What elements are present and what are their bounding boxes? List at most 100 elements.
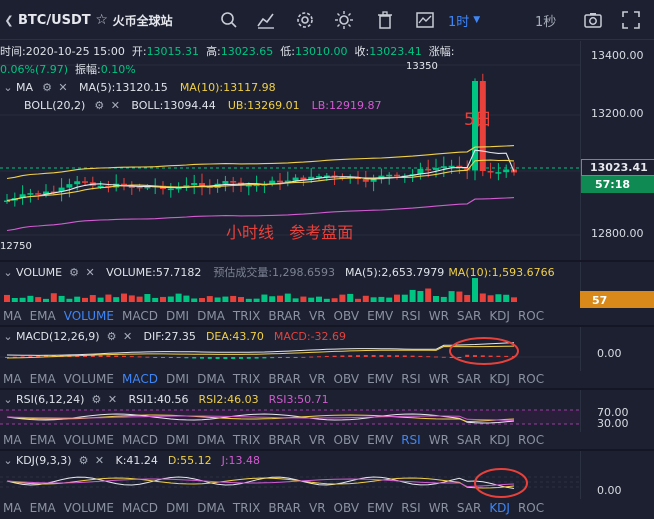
tab-sar[interactable]: SAR bbox=[454, 309, 486, 323]
indicator-icon[interactable] bbox=[255, 9, 277, 31]
chevron-down-icon[interactable]: ⌄ bbox=[0, 454, 16, 467]
tab-roc[interactable]: ROC bbox=[515, 433, 549, 447]
settings-icon[interactable] bbox=[294, 9, 316, 31]
tab-sar[interactable]: SAR bbox=[454, 501, 486, 515]
close-icon[interactable]: ✕ bbox=[82, 266, 98, 279]
tab-wr[interactable]: WR bbox=[426, 433, 454, 447]
volume-panel[interactable]: ⌄ VOLUME ⚙ ✕ VOLUME:57.7182 预估成交量:1,298.… bbox=[0, 262, 654, 308]
tab-emv[interactable]: EMV bbox=[364, 501, 398, 515]
tab-dma[interactable]: DMA bbox=[194, 372, 230, 386]
tab-macd[interactable]: MACD bbox=[119, 309, 163, 323]
tab-vr[interactable]: VR bbox=[306, 501, 331, 515]
tab-brar[interactable]: BRAR bbox=[265, 372, 306, 386]
tab-wr[interactable]: WR bbox=[426, 309, 454, 323]
tab-volume[interactable]: VOLUME bbox=[61, 501, 119, 515]
tab-kdj[interactable]: KDJ bbox=[486, 309, 515, 323]
gear-icon[interactable]: ⚙ bbox=[66, 266, 82, 279]
tab-dma[interactable]: DMA bbox=[194, 501, 230, 515]
price-axis[interactable]: 13400.00 13200.00 12800.00 13023.41 57:1… bbox=[580, 41, 654, 260]
star-icon[interactable]: ☆ bbox=[91, 12, 113, 28]
tab-dma[interactable]: DMA bbox=[194, 433, 230, 447]
close-icon[interactable]: ✕ bbox=[92, 454, 108, 467]
gear-icon[interactable]: ⚙ bbox=[76, 454, 92, 467]
chevron-down-icon[interactable]: ⌄ bbox=[0, 81, 16, 94]
tab-rsi[interactable]: RSI bbox=[398, 309, 426, 323]
chevron-down-icon[interactable]: ⌄ bbox=[0, 393, 16, 406]
tab-dma[interactable]: DMA bbox=[194, 309, 230, 323]
tab-kdj[interactable]: KDJ bbox=[486, 501, 515, 515]
tab-brar[interactable]: BRAR bbox=[265, 433, 306, 447]
chevron-down-icon[interactable]: ⌄ bbox=[0, 330, 16, 343]
tab-trix[interactable]: TRIX bbox=[230, 372, 265, 386]
tab-ema[interactable]: EMA bbox=[27, 433, 61, 447]
tab-trix[interactable]: TRIX bbox=[230, 309, 265, 323]
tab-rsi[interactable]: RSI bbox=[398, 433, 426, 447]
tab-roc[interactable]: ROC bbox=[515, 501, 549, 515]
tab-roc[interactable]: ROC bbox=[515, 372, 549, 386]
period-selector[interactable]: 1时 ▼ bbox=[448, 11, 508, 30]
tab-ema[interactable]: EMA bbox=[27, 309, 61, 323]
tab-ma[interactable]: MA bbox=[0, 372, 27, 386]
close-icon[interactable]: ✕ bbox=[104, 393, 120, 406]
tab-obv[interactable]: OBV bbox=[331, 372, 365, 386]
tab-macd[interactable]: MACD bbox=[119, 501, 163, 515]
chart-type-icon[interactable] bbox=[414, 9, 436, 31]
tab-macd[interactable]: MACD bbox=[119, 433, 163, 447]
tab-obv[interactable]: OBV bbox=[331, 433, 365, 447]
tab-brar[interactable]: BRAR bbox=[265, 501, 306, 515]
screenshot-icon[interactable] bbox=[582, 9, 604, 31]
tab-rsi[interactable]: RSI bbox=[398, 372, 426, 386]
tab-wr[interactable]: WR bbox=[426, 372, 454, 386]
tab-dmi[interactable]: DMI bbox=[163, 372, 194, 386]
macd-panel[interactable]: ⌄ MACD(12,26,9) ⚙ ✕ DIF:27.35 DEA:43.70 … bbox=[0, 327, 654, 371]
theme-icon[interactable] bbox=[333, 9, 355, 31]
tab-dmi[interactable]: DMI bbox=[163, 501, 194, 515]
tab-ma[interactable]: MA bbox=[0, 433, 27, 447]
gear-icon[interactable]: ⚙ bbox=[104, 330, 120, 343]
tab-volume[interactable]: VOLUME bbox=[61, 309, 119, 323]
tab-vr[interactable]: VR bbox=[306, 309, 331, 323]
tab-wr[interactable]: WR bbox=[426, 501, 454, 515]
search-icon[interactable] bbox=[218, 9, 240, 31]
delete-icon[interactable] bbox=[374, 9, 396, 31]
tab-ema[interactable]: EMA bbox=[27, 501, 61, 515]
tab-vr[interactable]: VR bbox=[306, 433, 331, 447]
gear-icon[interactable]: ⚙ bbox=[39, 81, 55, 94]
symbol-selector[interactable]: ❮ BTC/USDT ☆ 火币全球站 bbox=[0, 8, 172, 32]
tab-kdj[interactable]: KDJ bbox=[486, 433, 515, 447]
chevron-left-icon[interactable]: ❮ bbox=[0, 14, 18, 27]
tab-volume[interactable]: VOLUME bbox=[61, 433, 119, 447]
gear-icon[interactable]: ⚙ bbox=[88, 393, 104, 406]
kdj-panel[interactable]: ⌄ KDJ(9,3,3) ⚙ ✕ K:41.24 D:55.12 J:13.48… bbox=[0, 451, 654, 499]
tab-ema[interactable]: EMA bbox=[27, 372, 61, 386]
second-interval-button[interactable]: 1秒 bbox=[535, 11, 556, 30]
main-chart-panel[interactable]: 时间:2020-10-25 15:00 开:13015.31 高:13023.6… bbox=[0, 41, 654, 260]
gear-icon[interactable]: ⚙ bbox=[91, 99, 107, 112]
tab-vr[interactable]: VR bbox=[306, 372, 331, 386]
fullscreen-icon[interactable] bbox=[620, 9, 642, 31]
rsi-panel[interactable]: ⌄ RSI(6,12,24) ⚙ ✕ RSI1:40.56 RSI2:46.03… bbox=[0, 390, 654, 432]
tab-trix[interactable]: TRIX bbox=[230, 501, 265, 515]
chevron-down-icon[interactable]: ⌄ bbox=[0, 266, 16, 279]
close-icon[interactable]: ✕ bbox=[107, 99, 123, 112]
tab-dmi[interactable]: DMI bbox=[163, 309, 194, 323]
tab-emv[interactable]: EMV bbox=[364, 433, 398, 447]
tab-rsi[interactable]: RSI bbox=[398, 501, 426, 515]
tab-ma[interactable]: MA bbox=[0, 501, 27, 515]
tab-sar[interactable]: SAR bbox=[454, 433, 486, 447]
close-icon[interactable]: ✕ bbox=[55, 81, 71, 94]
tab-macd[interactable]: MACD bbox=[119, 372, 163, 386]
tab-emv[interactable]: EMV bbox=[364, 309, 398, 323]
tab-dmi[interactable]: DMI bbox=[163, 433, 194, 447]
tab-ma[interactable]: MA bbox=[0, 309, 27, 323]
tab-obv[interactable]: OBV bbox=[331, 501, 365, 515]
tab-brar[interactable]: BRAR bbox=[265, 309, 306, 323]
tab-sar[interactable]: SAR bbox=[454, 372, 486, 386]
tab-obv[interactable]: OBV bbox=[331, 309, 365, 323]
tab-kdj[interactable]: KDJ bbox=[486, 372, 515, 386]
tab-volume[interactable]: VOLUME bbox=[61, 372, 119, 386]
close-icon[interactable]: ✕ bbox=[120, 330, 136, 343]
tab-roc[interactable]: ROC bbox=[515, 309, 549, 323]
tab-trix[interactable]: TRIX bbox=[230, 433, 265, 447]
tab-emv[interactable]: EMV bbox=[364, 372, 398, 386]
